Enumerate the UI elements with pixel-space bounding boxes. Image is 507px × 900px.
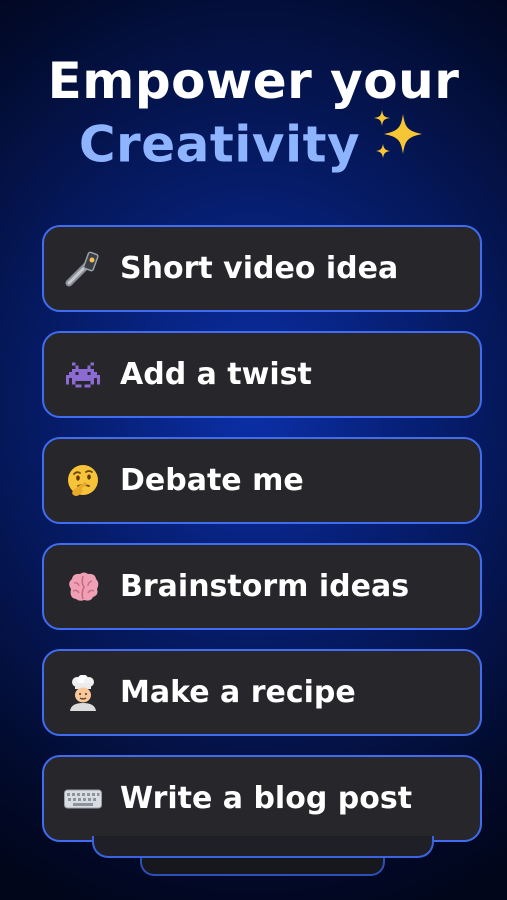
prompt-chip-short-video-idea[interactable]: Short video idea <box>42 225 482 312</box>
hero-title-highlight: Creativity <box>78 115 361 174</box>
prompt-chip-write-a-blog-post[interactable]: Write a blog post <box>42 755 482 842</box>
prompt-chip-brainstorm-ideas[interactable]: Brainstorm ideas <box>42 543 482 630</box>
prompt-chip-label: Debate me <box>120 463 304 498</box>
thinking-face-icon <box>64 462 102 500</box>
stacked-card-shadow <box>92 836 434 858</box>
sparkles-icon <box>370 106 428 178</box>
hero-header: Empower your Creativity <box>0 50 507 184</box>
prompt-chip-label: Brainstorm ideas <box>120 569 410 604</box>
cook-icon <box>64 674 102 712</box>
prompt-suggestion-list: Short video idea Add a twist Debate me B… <box>42 225 482 861</box>
prompt-chip-make-a-recipe[interactable]: Make a recipe <box>42 649 482 736</box>
stacked-card-shadow <box>140 858 385 876</box>
prompt-chip-debate-me[interactable]: Debate me <box>42 437 482 524</box>
space-invader-icon <box>64 356 102 394</box>
brain-icon <box>64 568 102 606</box>
hero-title-line-1: Empower your <box>47 52 460 110</box>
prompt-chip-label: Add a twist <box>120 357 312 392</box>
keyboard-icon <box>64 780 102 818</box>
prompt-chip-label: Write a blog post <box>120 781 413 816</box>
prompt-chip-add-a-twist[interactable]: Add a twist <box>42 331 482 418</box>
prompt-chip-label: Make a recipe <box>120 675 356 710</box>
prompt-chip-label: Short video idea <box>120 251 399 286</box>
selfie-icon <box>64 250 102 288</box>
hero-title-line-2: Creativity <box>0 110 507 184</box>
